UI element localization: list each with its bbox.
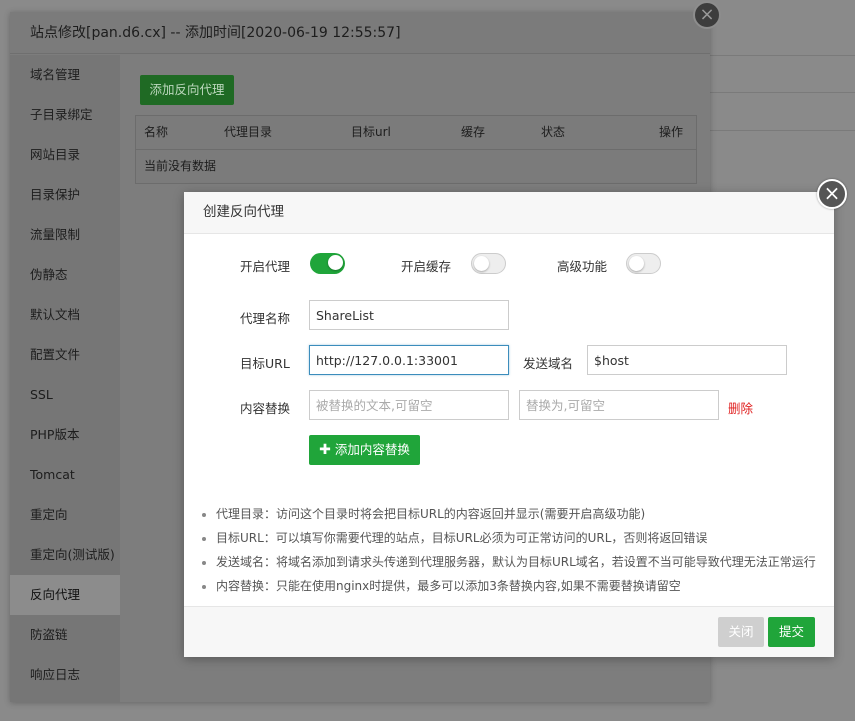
background-divider xyxy=(710,92,855,93)
column-header: 缓存 xyxy=(461,125,486,139)
sidebar-item-config-file[interactable]: 配置文件 xyxy=(10,335,120,375)
column-header: 名称 xyxy=(144,125,169,139)
delete-replace-link[interactable]: 删除 xyxy=(728,398,753,417)
submit-button[interactable]: 提交 xyxy=(768,617,815,647)
toggle-knob xyxy=(328,255,343,270)
proxy-name-input[interactable] xyxy=(309,300,509,330)
proxy-dialog-close-icon[interactable]: × xyxy=(817,179,847,209)
column-header: 状态 xyxy=(541,125,566,139)
tip-item: 发送域名：将域名添加到请求头传递到代理服务器，默认为目标URL域名，若设置不当可… xyxy=(202,550,827,574)
column-header: 代理目录 xyxy=(224,125,273,139)
add-content-replace-button[interactable]: ✚ 添加内容替换 xyxy=(309,435,420,465)
empty-table-message: 当前没有数据 xyxy=(144,159,217,173)
background-divider xyxy=(710,130,855,131)
proxy-toggle[interactable] xyxy=(310,253,345,274)
site-dialog-close-button[interactable]: × xyxy=(693,1,721,29)
target-url-input[interactable] xyxy=(309,345,509,375)
sidebar-item-rewrite[interactable]: 伪静态 xyxy=(10,255,120,295)
advanced-toggle[interactable] xyxy=(626,253,661,274)
proxy-name-label: 代理名称 xyxy=(240,311,291,326)
sidebar-item-traffic-limit[interactable]: 流量限制 xyxy=(10,215,120,255)
proxy-table: 名称 代理目录 目标url 缓存 状态 操作 当前没有数据 xyxy=(135,115,697,184)
proxy-dialog-footer: 关闭 提交 xyxy=(184,606,834,657)
replace-from-input[interactable] xyxy=(309,390,509,420)
sidebar-item-ssl[interactable]: SSL xyxy=(10,375,120,415)
close-button[interactable]: 关闭 xyxy=(718,617,764,647)
content-replace-label: 内容替换 xyxy=(240,401,291,416)
cache-toggle[interactable] xyxy=(471,253,506,274)
column-header: 目标url xyxy=(351,125,391,139)
sidebar-item-site-dir[interactable]: 网站目录 xyxy=(10,135,120,175)
help-tips: 代理目录：访问这个目录时将会把目标URL的内容返回并显示(需要开启高级功能) 目… xyxy=(202,502,827,598)
sidebar-item-reverse-proxy[interactable]: 反向代理 xyxy=(10,575,120,615)
cache-toggle-label: 开启缓存 xyxy=(401,259,452,274)
target-url-label: 目标URL xyxy=(240,356,290,371)
send-domain-input[interactable] xyxy=(587,345,787,375)
sidebar-item-default-doc[interactable]: 默认文档 xyxy=(10,295,120,335)
tip-item: 代理目录：访问这个目录时将会把目标URL的内容返回并显示(需要开启高级功能) xyxy=(202,502,827,526)
proxy-toggle-label: 开启代理 xyxy=(240,259,291,274)
proxy-dialog-title: 创建反向代理 xyxy=(184,192,834,234)
sidebar-item-response-log[interactable]: 响应日志 xyxy=(10,655,120,695)
toggle-knob xyxy=(629,256,644,271)
add-reverse-proxy-button[interactable]: 添加反向代理 xyxy=(140,75,234,105)
send-domain-label: 发送域名 xyxy=(523,356,574,371)
sidebar-item-dir-protect[interactable]: 目录保护 xyxy=(10,175,120,215)
create-proxy-dialog: 创建反向代理 开启代理 开启缓存 高级功能 代理名称 目标URL 发送域名 内容… xyxy=(184,192,834,657)
tip-item: 内容替换：只能在使用nginx时提供，最多可以添加3条替换内容,如果不需要替换请… xyxy=(202,574,827,598)
site-sidebar: 域名管理 子目录绑定 网站目录 目录保护 流量限制 伪静态 默认文档 配置文件 … xyxy=(10,55,120,702)
site-dialog-title: 站点修改[pan.d6.cx] -- 添加时间[2020-06-19 12:55… xyxy=(10,12,710,54)
column-header: 操作 xyxy=(659,125,684,139)
sidebar-item-php-version[interactable]: PHP版本 xyxy=(10,415,120,455)
sidebar-item-domain[interactable]: 域名管理 xyxy=(10,55,120,95)
sidebar-item-redirect-beta[interactable]: 重定向(测试版) xyxy=(10,535,120,575)
add-content-replace-label: 添加内容替换 xyxy=(334,442,410,457)
sidebar-item-tomcat[interactable]: Tomcat xyxy=(10,455,120,495)
advanced-toggle-label: 高级功能 xyxy=(557,259,608,274)
toggle-knob xyxy=(474,256,489,271)
tip-item: 目标URL：可以填写你需要代理的站点，目标URL必须为可正常访问的URL，否则将… xyxy=(202,526,827,550)
sidebar-item-hotlink-protect[interactable]: 防盗链 xyxy=(10,615,120,655)
sidebar-item-subdir-bind[interactable]: 子目录绑定 xyxy=(10,95,120,135)
background-divider xyxy=(710,55,855,56)
plus-icon: ✚ xyxy=(319,442,331,458)
replace-to-input[interactable] xyxy=(519,390,719,420)
table-header: 名称 代理目录 目标url 缓存 状态 操作 xyxy=(136,116,696,150)
sidebar-item-redirect[interactable]: 重定向 xyxy=(10,495,120,535)
